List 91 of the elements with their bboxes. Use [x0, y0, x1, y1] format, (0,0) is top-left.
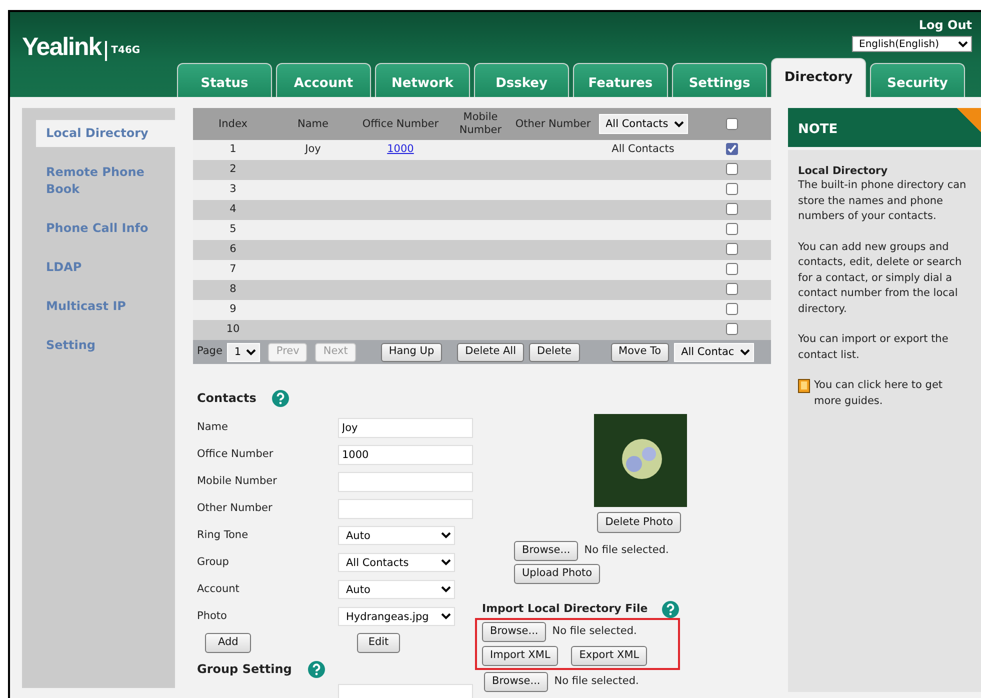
dropdown-field[interactable]: Auto — [338, 526, 455, 545]
row-checkbox[interactable] — [726, 163, 738, 176]
note-text: You can import or export the contact list. — [798, 332, 950, 362]
nav-tab[interactable]: Security — [870, 63, 965, 97]
field-label: Mobile Number — [197, 474, 278, 489]
note-heading: Local Directory — [798, 164, 889, 178]
column-header: Other Number — [515, 118, 591, 130]
browse-button[interactable]: Browse... — [514, 541, 578, 561]
section-title: Group Setting — [197, 661, 292, 678]
move-to-button[interactable]: Move To — [610, 342, 670, 362]
column-header: Index — [218, 118, 248, 130]
action-button[interactable]: Delete — [529, 342, 580, 362]
table-cell: 4 — [230, 203, 236, 216]
field-label: Group — [197, 554, 230, 570]
file-status: No file selected. — [554, 674, 639, 690]
column-header: Name — [298, 118, 328, 130]
logout-link[interactable]: Log Out — [918, 16, 972, 34]
field-label: Ring Tone — [197, 528, 250, 543]
row-checkbox[interactable] — [726, 283, 738, 296]
sidebar-item[interactable]: Local Directory — [36, 120, 178, 147]
field-label: Office Number — [197, 446, 274, 462]
table-cell: 3 — [230, 183, 236, 196]
field-label: Photo — [197, 608, 228, 624]
row-checkbox[interactable] — [726, 143, 738, 156]
input-field[interactable] — [338, 684, 473, 698]
export-xml-button[interactable]: Export XML — [571, 646, 648, 666]
model-label: T46G — [105, 40, 140, 60]
section-title: Import Local Directory File — [482, 601, 648, 618]
field-label: Name — [197, 420, 229, 435]
action-button[interactable]: Hang Up — [380, 342, 442, 362]
action-button[interactable]: Delete All — [457, 342, 524, 362]
delete-photo-button[interactable]: Delete Photo — [597, 512, 681, 533]
column-header: Mobile Number — [459, 111, 502, 136]
field-label: Account — [197, 582, 240, 597]
note-text: You can add new groups and contacts, edit, delete or search for a contact, or simply dial a contact number from the local directory. — [798, 240, 963, 316]
nav-tab[interactable]: Network — [375, 63, 470, 97]
input-field[interactable] — [338, 472, 473, 492]
dropdown-field[interactable]: All Contacts — [338, 553, 455, 572]
nav-tab[interactable]: Features — [573, 63, 668, 97]
section-title: Contacts — [197, 390, 256, 407]
help-icon[interactable] — [272, 390, 290, 406]
help-icon[interactable] — [662, 601, 679, 618]
column-header: Office Number — [362, 118, 439, 130]
row-checkbox[interactable] — [726, 323, 738, 336]
file-status: No file selected. — [552, 624, 637, 640]
table-cell: All Contacts — [612, 143, 674, 156]
nav-tab[interactable]: Dsskey — [474, 63, 569, 97]
table-cell: 7 — [230, 263, 236, 276]
table-cell: 9 — [230, 303, 236, 316]
input-field[interactable]: 1000 — [338, 444, 473, 464]
nav-tab[interactable]: Directory — [771, 58, 866, 97]
help-icon[interactable] — [308, 660, 325, 678]
nav-tab[interactable]: Status — [177, 63, 272, 97]
add-button[interactable]: Add — [205, 633, 252, 653]
nav-tab[interactable]: Settings — [672, 63, 767, 97]
nav-tab[interactable]: Account — [276, 63, 371, 97]
table-cell: 5 — [230, 223, 236, 236]
language-select[interactable]: English(English) — [852, 36, 972, 52]
upload-photo-button[interactable]: Upload Photo — [514, 564, 600, 584]
table-cell: 6 — [230, 243, 236, 256]
group-filter-select[interactable]: All Contacts — [598, 114, 688, 134]
row-checkbox[interactable] — [726, 183, 738, 196]
browse-button[interactable]: Browse... — [484, 672, 548, 692]
row-checkbox[interactable] — [726, 263, 738, 276]
page-select[interactable]: 1 — [227, 342, 260, 362]
table-cell: Joy — [305, 143, 321, 156]
select-all-checkbox[interactable] — [726, 118, 738, 130]
table-cell: 10 — [226, 323, 240, 336]
row-checkbox[interactable] — [726, 203, 738, 216]
table-cell: 2 — [230, 163, 236, 176]
dropdown-field[interactable]: Auto — [338, 580, 455, 599]
import-xml-button[interactable]: Import XML — [482, 646, 558, 666]
phone-number-link[interactable]: 1000 — [387, 143, 414, 156]
edit-button[interactable]: Edit — [357, 633, 400, 653]
guide-book-icon[interactable] — [798, 379, 810, 393]
row-checkbox[interactable] — [726, 223, 738, 236]
guide-link[interactable]: You can click here to get more guides. — [814, 378, 973, 409]
note-text: The built-in phone directory can store the names and phone numbers of your contacts. — [798, 178, 968, 224]
row-checkbox[interactable] — [726, 243, 738, 256]
file-status: No file selected. — [584, 543, 669, 558]
row-checkbox[interactable] — [726, 303, 738, 316]
brand-logo: Yealink — [22, 32, 102, 63]
move-target-select[interactable]: All Contac — [674, 342, 754, 362]
field-label: Other Number — [197, 500, 274, 516]
dropdown-field[interactable]: Hydrangeas.jpg — [338, 607, 455, 626]
table-cell: 1 — [230, 143, 236, 156]
note-title: NOTE — [788, 108, 981, 147]
page-label: Page — [197, 344, 222, 360]
table-cell: 8 — [230, 283, 236, 296]
browse-button[interactable]: Browse... — [482, 622, 546, 642]
input-field[interactable] — [338, 498, 473, 518]
